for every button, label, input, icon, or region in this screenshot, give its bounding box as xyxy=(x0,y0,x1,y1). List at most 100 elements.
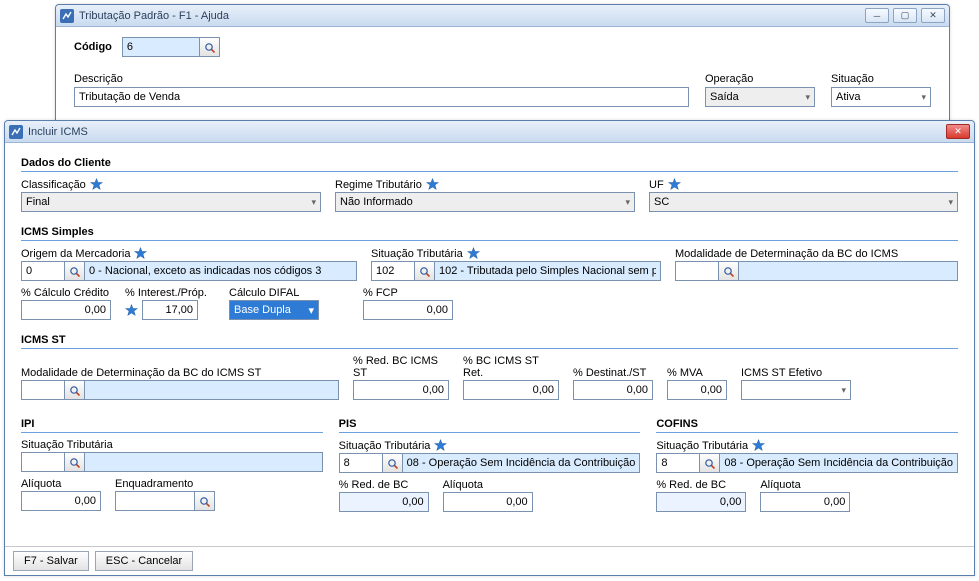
required-star-icon xyxy=(467,247,480,260)
classificacao-label: Classificação xyxy=(21,179,86,191)
divider xyxy=(339,432,641,433)
cofins-aliquota-label: Alíquota xyxy=(760,479,850,491)
section-dados-cliente: Dados do Cliente xyxy=(21,157,958,169)
cancelar-button[interactable]: ESC - Cancelar xyxy=(95,551,193,571)
required-star-icon xyxy=(125,304,138,317)
pct-calc-cred-label: % Cálculo Crédito xyxy=(21,287,111,299)
chevron-down-icon: ▾ xyxy=(921,92,926,103)
sit-trib-lookup-button[interactable] xyxy=(415,261,435,281)
required-star-icon xyxy=(752,439,765,452)
chevron-down-icon: ▾ xyxy=(948,197,953,208)
ipi-sit-label: Situação Tributária xyxy=(21,439,323,451)
cofins-sit-desc-input xyxy=(720,453,958,473)
sit-trib-code-input[interactable] xyxy=(371,261,415,281)
operacao-label: Operação xyxy=(705,73,815,85)
operacao-select[interactable]: Saída ▾ xyxy=(705,87,815,107)
required-star-icon xyxy=(434,439,447,452)
pct-red-bc-st-input[interactable] xyxy=(353,380,449,400)
descricao-label: Descrição xyxy=(74,73,689,85)
origem-lookup-button[interactable] xyxy=(65,261,85,281)
codigo-label: Código xyxy=(74,41,112,53)
icms-st-efetivo-label: ICMS ST Efetivo xyxy=(741,367,851,379)
cofins-red-bc-label: % Red. de BC xyxy=(656,479,746,491)
cofins-sit-lookup-button[interactable] xyxy=(700,453,720,473)
classificacao-select[interactable]: Final ▾ xyxy=(21,192,321,212)
pct-interest-input[interactable] xyxy=(142,300,198,320)
pct-dest-st-input[interactable] xyxy=(573,380,653,400)
regime-value: Não Informado xyxy=(340,196,413,208)
pis-sit-lookup-button[interactable] xyxy=(383,453,403,473)
pis-aliquota-input[interactable] xyxy=(443,492,533,512)
origem-desc-input xyxy=(85,261,357,281)
classificacao-value: Final xyxy=(26,196,50,208)
ipi-sit-lookup-button[interactable] xyxy=(65,452,85,472)
modalidade-bc-code-input[interactable] xyxy=(675,261,719,281)
salvar-button[interactable]: F7 - Salvar xyxy=(13,551,89,571)
ipi-aliquota-input[interactable] xyxy=(21,491,101,511)
ipi-enquad-label: Enquadramento xyxy=(115,478,235,490)
modalidade-st-lookup-button[interactable] xyxy=(65,380,85,400)
situacao-select[interactable]: Ativa ▾ xyxy=(831,87,931,107)
chevron-down-icon: ▾ xyxy=(841,385,846,396)
required-star-icon xyxy=(668,178,681,191)
pis-aliquota-label: Alíquota xyxy=(443,479,533,491)
pct-dest-st-label: % Destinat./ST xyxy=(573,367,653,379)
chevron-down-icon: ▾ xyxy=(625,197,630,208)
required-star-icon xyxy=(90,178,103,191)
divider xyxy=(21,348,958,349)
titlebar-bg: Tributação Padrão - F1 - Ajuda ─ ▢ ✕ xyxy=(56,5,949,27)
pis-sit-code-input[interactable] xyxy=(339,453,383,473)
ipi-sit-code-input[interactable] xyxy=(21,452,65,472)
divider xyxy=(21,432,323,433)
sit-trib-label: Situação Tributária xyxy=(371,248,463,260)
ipi-enquad-input[interactable] xyxy=(115,491,195,511)
origem-code-input[interactable] xyxy=(21,261,65,281)
cofins-red-bc-input[interactable] xyxy=(656,492,746,512)
pct-bc-st-ret-input[interactable] xyxy=(463,380,559,400)
pis-red-bc-label: % Red. de BC xyxy=(339,479,429,491)
pct-interest-label: % Interest./Próp. xyxy=(125,287,207,299)
chevron-down-icon: ▾ xyxy=(805,92,810,103)
ipi-enquad-lookup-button[interactable] xyxy=(195,491,215,511)
close-button-bg[interactable]: ✕ xyxy=(921,8,945,23)
pct-fcp-input[interactable] xyxy=(363,300,453,320)
operacao-value: Saída xyxy=(710,91,739,103)
pis-red-bc-input[interactable] xyxy=(339,492,429,512)
required-star-icon xyxy=(134,247,147,260)
situacao-value: Ativa xyxy=(836,91,860,103)
ipi-sit-desc-input xyxy=(85,452,323,472)
modalidade-st-code-input[interactable] xyxy=(21,380,65,400)
pct-calc-cred-input[interactable] xyxy=(21,300,111,320)
modalidade-st-label: Modalidade de Determinação da BC do ICMS… xyxy=(21,367,339,379)
cofins-sit-code-input[interactable] xyxy=(656,453,700,473)
sit-trib-desc-input xyxy=(435,261,661,281)
descricao-input[interactable] xyxy=(74,87,689,107)
regime-select[interactable]: Não Informado ▾ xyxy=(335,192,635,212)
calc-difal-select[interactable]: Base Dupla ▾ xyxy=(229,300,319,320)
titlebar-text-bg: Tributação Padrão - F1 - Ajuda xyxy=(79,10,865,22)
section-icms-st: ICMS ST xyxy=(21,334,958,346)
cofins-sit-label: Situação Tributária xyxy=(656,440,748,452)
required-star-icon xyxy=(426,178,439,191)
uf-label: UF xyxy=(649,179,664,191)
ipi-aliquota-label: Alíquota xyxy=(21,478,101,490)
minimize-button[interactable]: ─ xyxy=(865,8,889,23)
uf-select[interactable]: SC ▾ xyxy=(649,192,958,212)
codigo-lookup-button[interactable] xyxy=(200,37,220,57)
pct-mva-input[interactable] xyxy=(667,380,727,400)
close-button-fg[interactable]: ✕ xyxy=(946,124,970,139)
icms-st-efetivo-select[interactable]: ▾ xyxy=(741,380,851,400)
codigo-input[interactable] xyxy=(122,37,200,57)
chevron-down-icon: ▾ xyxy=(308,304,314,317)
pct-bc-st-ret-label: % BC ICMS ST Ret. xyxy=(463,355,559,379)
section-cofins: COFINS xyxy=(656,418,958,430)
modalidade-bc-lookup-button[interactable] xyxy=(719,261,739,281)
uf-value: SC xyxy=(654,196,669,208)
maximize-button[interactable]: ▢ xyxy=(893,8,917,23)
cofins-aliquota-input[interactable] xyxy=(760,492,850,512)
titlebar-text-fg: Incluir ICMS xyxy=(28,126,946,138)
app-icon xyxy=(60,9,74,23)
pct-fcp-label: % FCP xyxy=(363,287,453,299)
origem-label: Origem da Mercadoria xyxy=(21,248,130,260)
window-incluir-icms: Incluir ICMS ✕ Dados do Cliente Classifi… xyxy=(4,120,975,576)
